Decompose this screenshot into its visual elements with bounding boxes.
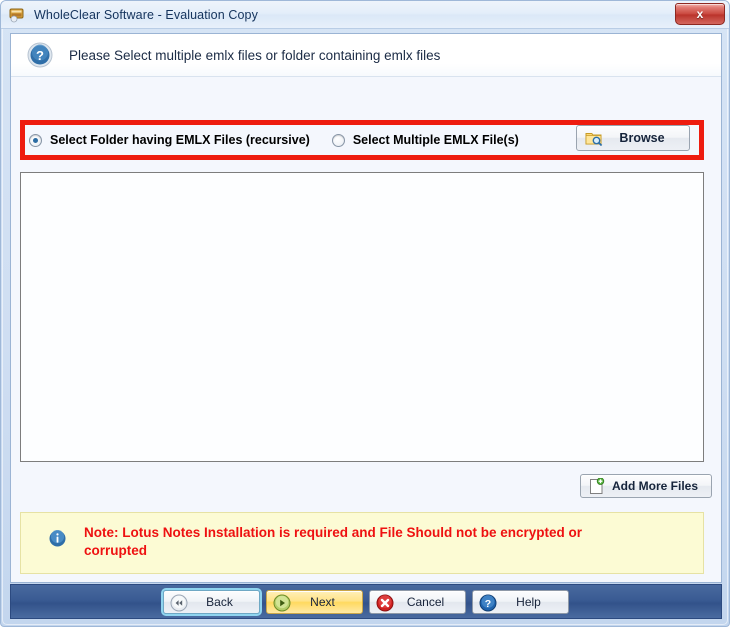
- radio-select-folder[interactable]: [29, 133, 42, 147]
- radio-select-files-label: Select Multiple EMLX File(s): [352, 133, 519, 147]
- note-banner: Note: Lotus Notes Installation is requir…: [20, 512, 704, 574]
- browse-button-label: Browse: [619, 131, 665, 145]
- help-button[interactable]: ? Help: [472, 589, 569, 614]
- radio-select-files[interactable]: [331, 133, 345, 147]
- file-add-icon: [589, 478, 605, 495]
- file-list[interactable]: [20, 172, 704, 462]
- folder-search-icon: [585, 130, 603, 146]
- app-icon: [8, 6, 26, 24]
- cancel-button[interactable]: Cancel: [369, 589, 466, 614]
- svg-text:?: ?: [36, 48, 44, 63]
- svg-text:?: ?: [485, 598, 491, 610]
- back-button[interactable]: Back: [161, 587, 262, 616]
- instruction-text: Please Select multiple emlx files or fol…: [69, 47, 441, 63]
- add-more-files-label: Add More Files: [611, 479, 698, 493]
- help-icon: ?: [479, 594, 497, 612]
- error-icon: [376, 594, 394, 612]
- title-bar: WholeClear Software - Evaluation Copy x: [1, 1, 729, 29]
- radio-select-folder-label: Select Folder having EMLX Files (recursi…: [50, 133, 310, 147]
- question-icon: ?: [27, 42, 53, 68]
- note-text: Note: Lotus Notes Installation is requir…: [84, 525, 583, 559]
- source-selection-row: Select Folder having EMLX Files (recursi…: [20, 120, 704, 160]
- browse-button[interactable]: Browse: [576, 125, 690, 151]
- instruction-header: ? Please Select multiple emlx files or f…: [11, 34, 721, 77]
- close-button[interactable]: x: [675, 3, 725, 25]
- next-button[interactable]: Next: [266, 589, 363, 614]
- content-panel: ? Please Select multiple emlx files or f…: [10, 33, 722, 583]
- footer-button-group: Back Next Cancel ? Help: [160, 587, 572, 616]
- add-more-files-button[interactable]: Add More Files: [580, 474, 712, 498]
- footer-bar: Back Next Cancel ? Help: [10, 584, 722, 619]
- info-icon: [49, 530, 66, 547]
- close-icon: x: [696, 7, 704, 21]
- window-title: WholeClear Software - Evaluation Copy: [34, 7, 258, 22]
- play-icon: [273, 594, 291, 612]
- application-window: WholeClear Software - Evaluation Copy x …: [0, 0, 730, 627]
- rewind-icon: [170, 594, 188, 612]
